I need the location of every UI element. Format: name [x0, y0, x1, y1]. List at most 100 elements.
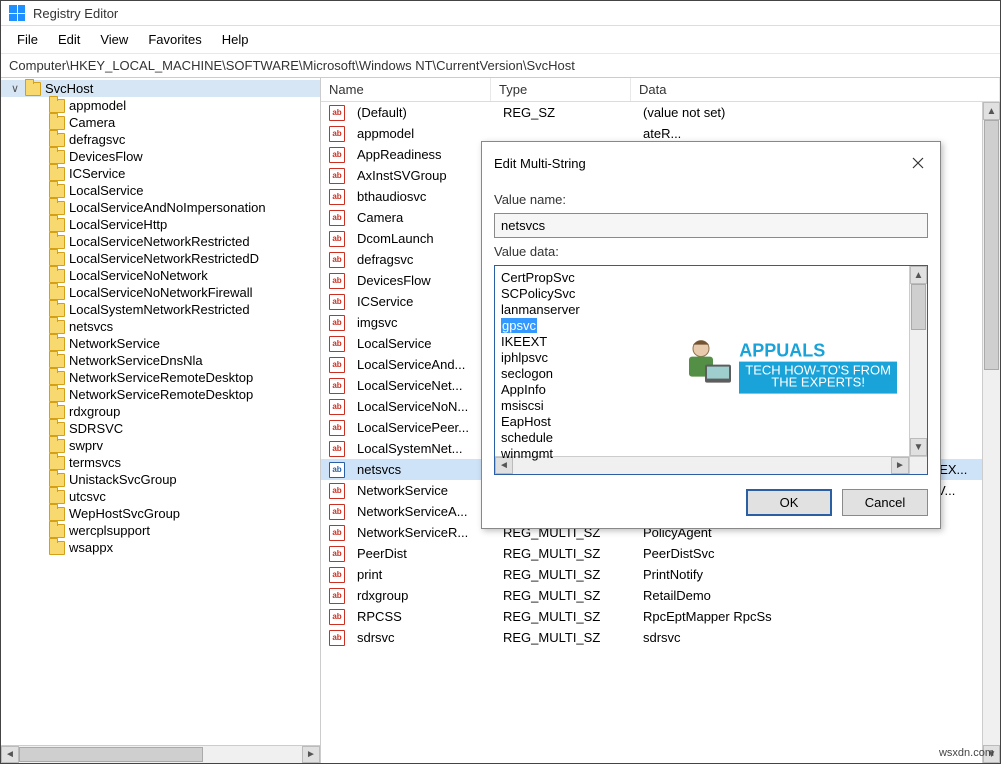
tree-node[interactable]: Camera: [1, 114, 320, 131]
edit-multistring-dialog: Edit Multi-String Value name: Value data…: [481, 141, 941, 529]
reg-value-icon: ab: [329, 399, 345, 415]
tree-node-selected[interactable]: ∨SvcHost: [1, 80, 320, 97]
cell-type: REG_SZ: [495, 104, 635, 121]
cell-data: (value not set): [635, 104, 1000, 121]
folder-icon: [49, 541, 65, 555]
menu-favorites[interactable]: Favorites: [140, 30, 209, 49]
tree-node[interactable]: NetworkServiceRemoteDesktop: [1, 386, 320, 403]
reg-value-icon: ab: [329, 294, 345, 310]
column-header-data[interactable]: Data: [631, 78, 1000, 101]
menu-view[interactable]: View: [92, 30, 136, 49]
tree-node[interactable]: UnistackSvcGroup: [1, 471, 320, 488]
list-row[interactable]: abprintREG_MULTI_SZPrintNotify: [321, 564, 1000, 585]
list-row[interactable]: ab(Default)REG_SZ(value not set): [321, 102, 1000, 123]
menu-file[interactable]: File: [9, 30, 46, 49]
tree-node-label: NetworkServiceRemoteDesktop: [69, 370, 253, 385]
cancel-button[interactable]: Cancel: [842, 489, 928, 516]
scroll-up-icon[interactable]: ▲: [983, 102, 1000, 120]
reg-value-icon: ab: [329, 189, 345, 205]
tree-node[interactable]: netsvcs: [1, 318, 320, 335]
cell-name: imgsvc: [349, 314, 495, 331]
tree-node[interactable]: SDRSVC: [1, 420, 320, 437]
folder-icon: [49, 167, 65, 181]
scroll-right-icon[interactable]: ►: [302, 746, 320, 763]
menu-edit[interactable]: Edit: [50, 30, 88, 49]
value-data-selected-line: gpsvc: [501, 318, 537, 333]
tree-node[interactable]: NetworkServiceDnsNla: [1, 352, 320, 369]
tree-node[interactable]: LocalServiceAndNoImpersonation: [1, 199, 320, 216]
folder-icon: [49, 388, 65, 402]
reg-value-icon: ab: [329, 315, 345, 331]
list-vertical-scrollbar[interactable]: ▲ ▼: [982, 102, 1000, 763]
folder-icon: [49, 371, 65, 385]
tree-horizontal-scrollbar[interactable]: ◄ ►: [1, 745, 320, 763]
tree-node[interactable]: defragsvc: [1, 131, 320, 148]
cell-data: RpcEptMapper RpcSs: [635, 608, 1000, 625]
reg-value-icon: ab: [329, 567, 345, 583]
tree-node[interactable]: LocalSystemNetworkRestricted: [1, 301, 320, 318]
tree[interactable]: ∨SvcHostappmodelCameradefragsvcDevicesFl…: [1, 78, 320, 745]
scroll-left-icon[interactable]: ◄: [1, 746, 19, 763]
address-bar[interactable]: Computer\HKEY_LOCAL_MACHINE\SOFTWARE\Mic…: [1, 54, 1000, 78]
reg-value-icon: ab: [329, 357, 345, 373]
tree-node[interactable]: WepHostSvcGroup: [1, 505, 320, 522]
ok-button[interactable]: OK: [746, 489, 832, 516]
folder-icon: [49, 337, 65, 351]
tree-node[interactable]: DevicesFlow: [1, 148, 320, 165]
folder-icon: [49, 422, 65, 436]
scroll-thumb[interactable]: [19, 747, 203, 762]
tree-node[interactable]: NetworkService: [1, 335, 320, 352]
menu-help[interactable]: Help: [214, 30, 257, 49]
value-data-textarea[interactable]: CertPropSvc SCPolicySvc lanmanserver gps…: [494, 265, 928, 475]
value-data-lines-before: CertPropSvc SCPolicySvc lanmanserver: [501, 270, 580, 317]
tree-node[interactable]: LocalServiceNoNetwork: [1, 267, 320, 284]
cell-name: NetworkServiceR...: [349, 524, 495, 541]
tree-node[interactable]: NetworkServiceRemoteDesktop: [1, 369, 320, 386]
reg-value-icon: ab: [329, 420, 345, 436]
tree-node-label: netsvcs: [69, 319, 113, 334]
tree-node[interactable]: rdxgroup: [1, 403, 320, 420]
tree-node[interactable]: utcsvc: [1, 488, 320, 505]
list-row[interactable]: abrdxgroupREG_MULTI_SZRetailDemo: [321, 585, 1000, 606]
tree-node[interactable]: ICService: [1, 165, 320, 182]
tree-node[interactable]: LocalServiceHttp: [1, 216, 320, 233]
scroll-track[interactable]: [19, 746, 302, 763]
cell-name: AxInstSVGroup: [349, 167, 495, 184]
scroll-track[interactable]: [983, 120, 1000, 745]
chevron-down-icon[interactable]: ∨: [9, 82, 21, 95]
value-data-lines-after: IKEEXT iphlpsvc seclogon AppInfo msiscsi…: [501, 334, 553, 461]
reg-value-icon: ab: [329, 546, 345, 562]
tree-node[interactable]: LocalServiceNoNetworkFirewall: [1, 284, 320, 301]
tree-node[interactable]: LocalService: [1, 182, 320, 199]
tree-node-label: swprv: [69, 438, 103, 453]
reg-value-icon: ab: [329, 525, 345, 541]
list-row[interactable]: abRPCSSREG_MULTI_SZRpcEptMapper RpcSs: [321, 606, 1000, 627]
tree-node-label: LocalServiceAndNoImpersonation: [69, 200, 266, 215]
tree-node-label: ICService: [69, 166, 125, 181]
cell-name: LocalService: [349, 335, 495, 352]
close-icon[interactable]: [902, 150, 934, 176]
tree-node[interactable]: wercplsupport: [1, 522, 320, 539]
tree-node[interactable]: LocalServiceNetworkRestrictedD: [1, 250, 320, 267]
folder-icon: [49, 439, 65, 453]
cell-data: PrintNotify: [635, 566, 1000, 583]
column-header-name[interactable]: Name: [321, 78, 491, 101]
reg-value-icon: ab: [329, 441, 345, 457]
tree-node-label: LocalServiceNetworkRestrictedD: [69, 251, 259, 266]
column-header-type[interactable]: Type: [491, 78, 631, 101]
list-row[interactable]: absdrsvcREG_MULTI_SZsdrsvc: [321, 627, 1000, 648]
scroll-thumb[interactable]: [984, 120, 999, 370]
folder-icon: [49, 286, 65, 300]
tree-node[interactable]: LocalServiceNetworkRestricted: [1, 233, 320, 250]
cell-data: sdrsvc: [635, 629, 1000, 646]
tree-node[interactable]: wsappx: [1, 539, 320, 556]
tree-node[interactable]: termsvcs: [1, 454, 320, 471]
tree-node[interactable]: appmodel: [1, 97, 320, 114]
tree-node[interactable]: swprv: [1, 437, 320, 454]
value-name-input[interactable]: [494, 213, 928, 238]
cell-name: LocalServiceAnd...: [349, 356, 495, 373]
folder-icon: [49, 456, 65, 470]
list-row[interactable]: abPeerDistREG_MULTI_SZPeerDistSvc: [321, 543, 1000, 564]
tree-node-label: LocalServiceNoNetworkFirewall: [69, 285, 253, 300]
cell-name: PeerDist: [349, 545, 495, 562]
